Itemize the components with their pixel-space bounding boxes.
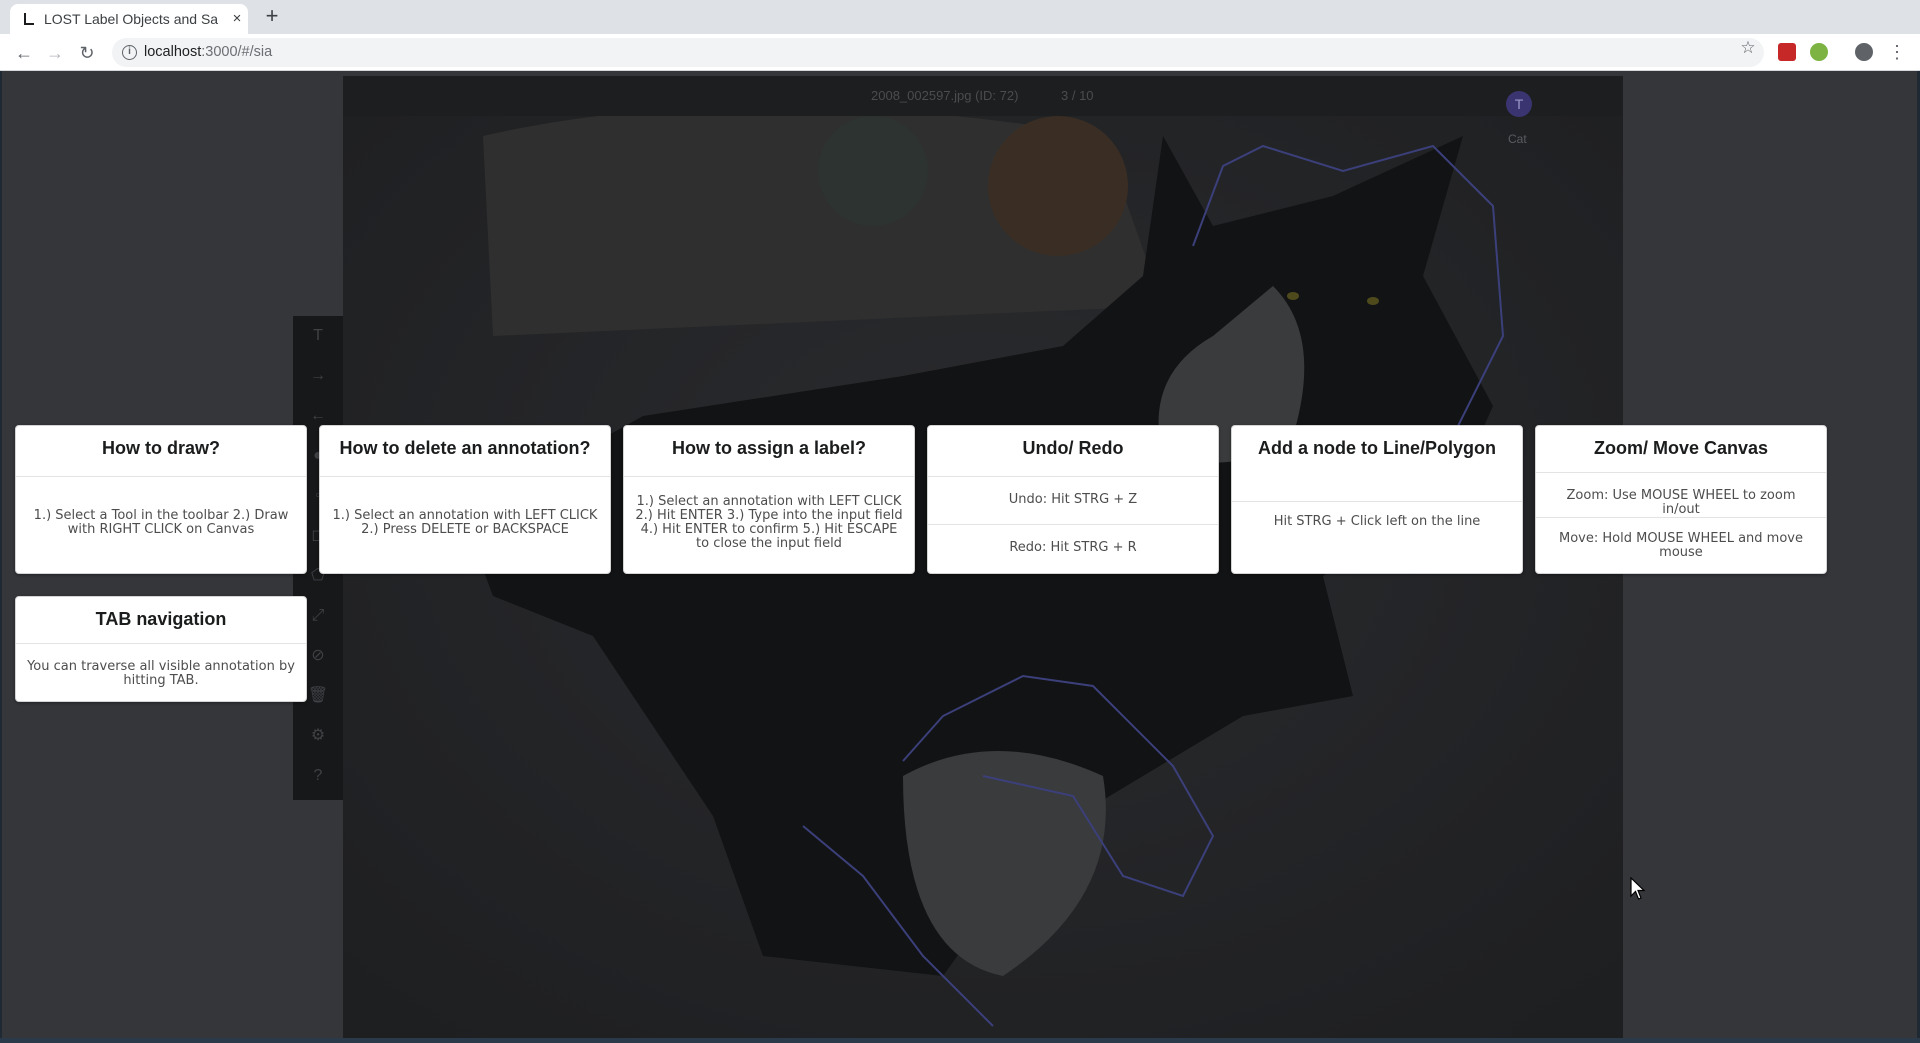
help-card-label: How to assign a label? 1.) Select an ann… [623, 425, 915, 574]
card-line-undo: Undo: Hit STRG + Z [1008, 492, 1138, 507]
page-viewport: 2008_002597.jpg (ID: 72) 3 / 10 T Cat T … [2, 71, 1917, 1038]
card-line-move: Move: Hold MOUSE WHEEL and move mouse [1559, 531, 1803, 560]
card-divider [928, 524, 1218, 525]
card-title: Undo/ Redo [1022, 438, 1124, 458]
browser-tab[interactable]: LOST Label Objects and Sa × [10, 4, 248, 34]
card-title: TAB navigation [95, 609, 227, 629]
browser-window: LOST Label Objects and Sa × + ← → ↻ i lo… [0, 0, 1920, 1043]
url-path: :3000/#/sia [201, 44, 273, 60]
browser-toolbar: ← → ↻ i localhost:3000/#/sia ☆ ⋮ [0, 34, 1920, 71]
lost-favicon-icon [24, 13, 34, 25]
card-description: 1.) Select an annotation with LEFT CLICK… [332, 508, 598, 537]
back-arrow-icon[interactable]: ← [11, 40, 37, 66]
card-description: 1.) Select an annotation with LEFT CLICK… [635, 494, 903, 551]
profile-icon[interactable] [1855, 43, 1873, 61]
card-title: Add a node to Line/Polygon [1258, 438, 1496, 458]
kebab-menu-icon[interactable]: ⋮ [1888, 39, 1906, 65]
card-divider [16, 476, 306, 477]
help-card-zoom-move: Zoom/ Move Canvas Zoom: Use MOUSE WHEEL … [1535, 425, 1827, 574]
help-card-draw: How to draw? 1.) Select a Tool in the to… [15, 425, 307, 574]
card-divider [624, 476, 914, 477]
address-bar[interactable]: i localhost:3000/#/sia [112, 38, 1764, 67]
url-text[interactable]: localhost:3000/#/sia [144, 44, 272, 60]
card-title: How to delete an annotation? [339, 438, 591, 458]
help-card-add-node: Add a node to Line/Polygon Hit STRG + Cl… [1231, 425, 1523, 574]
extension-red-icon[interactable] [1778, 43, 1796, 61]
close-tab-icon[interactable]: × [228, 10, 246, 28]
card-description: You can traverse all visible annotation … [27, 659, 295, 688]
new-tab-button[interactable]: + [260, 5, 284, 28]
info-icon[interactable]: i [122, 45, 137, 60]
help-card-tab-navigation: TAB navigation You can traverse all visi… [15, 596, 307, 702]
card-description: 1.) Select a Tool in the toolbar 2.) Dra… [33, 508, 289, 537]
card-divider [928, 476, 1218, 477]
card-title: How to assign a label? [671, 438, 867, 458]
help-card-delete: How to delete an annotation? 1.) Select … [319, 425, 611, 574]
card-line-zoom: Zoom: Use MOUSE WHEEL to zoom in/out [1566, 488, 1796, 517]
mouse-cursor-icon [1630, 877, 1646, 900]
url-host: localhost [144, 44, 202, 60]
card-line-redo: Redo: Hit STRG + R [1009, 540, 1137, 555]
forward-arrow-icon[interactable]: → [42, 40, 68, 66]
card-title: Zoom/ Move Canvas [1593, 438, 1769, 458]
tab-strip: LOST Label Objects and Sa × + [0, 0, 1920, 34]
reload-icon[interactable]: ↻ [74, 40, 100, 66]
card-description: Hit STRG + Click left on the line [1273, 514, 1481, 529]
bookmark-star-icon[interactable]: ☆ [1738, 38, 1758, 58]
extension-green-icon[interactable] [1810, 43, 1828, 61]
card-divider [320, 476, 610, 477]
card-divider [1536, 472, 1826, 473]
card-divider [1536, 517, 1826, 518]
tab-title: LOST Label Objects and Sa [44, 11, 219, 27]
window-bottom-edge [0, 1038, 1920, 1043]
card-divider [1232, 501, 1522, 502]
card-divider [16, 643, 306, 644]
card-title: How to draw? [102, 438, 220, 458]
help-card-undo-redo: Undo/ Redo Undo: Hit STRG + Z Redo: Hit … [927, 425, 1219, 574]
